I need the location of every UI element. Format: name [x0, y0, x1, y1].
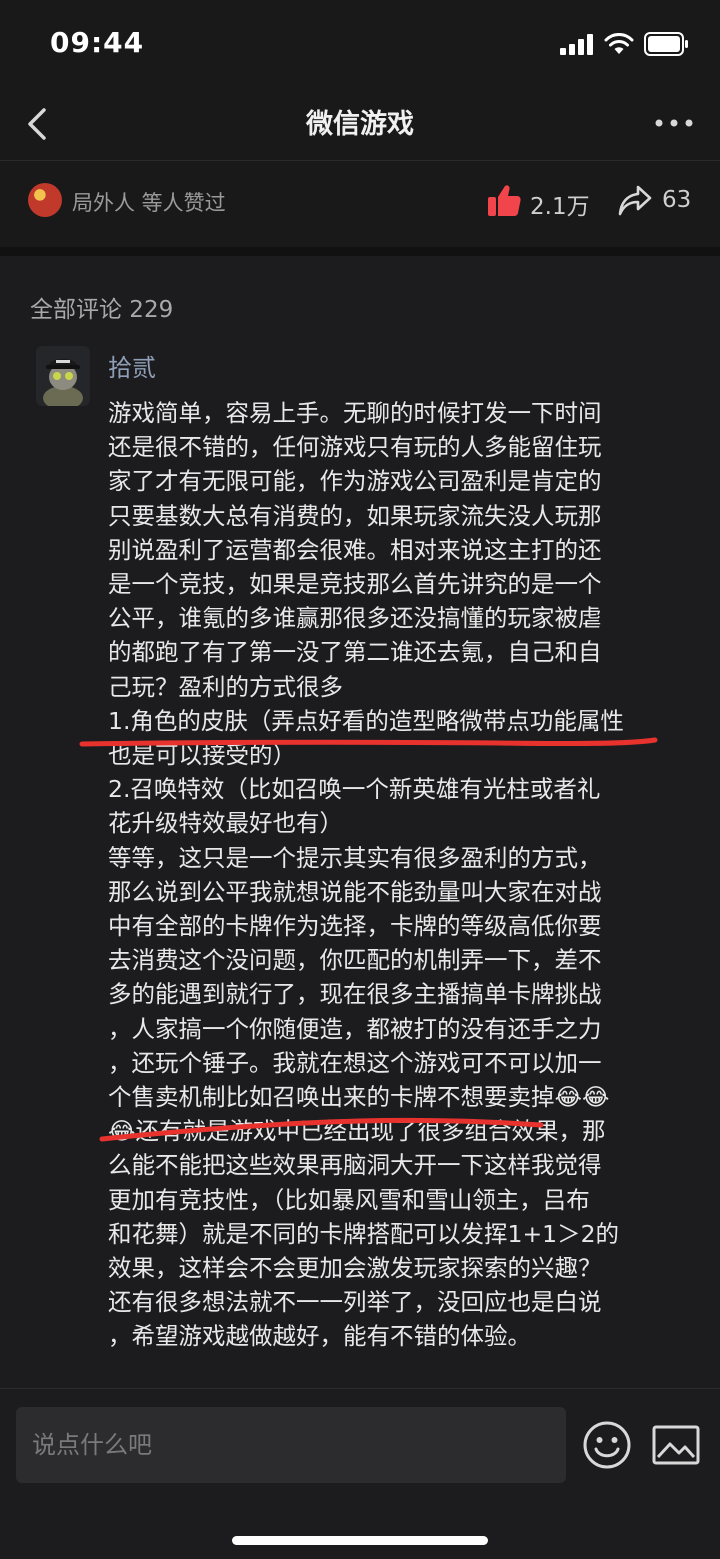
- emoji-button[interactable]: [582, 1420, 632, 1474]
- share-count: 63: [662, 187, 692, 213]
- comments-header: 全部评论 229: [30, 297, 174, 323]
- thumbs-up-icon: [488, 185, 521, 216]
- more-button[interactable]: [652, 108, 696, 138]
- battery-icon: [644, 32, 688, 56]
- comment-author[interactable]: 拾贰: [108, 348, 156, 383]
- liked-by-text[interactable]: 局外人 等人赞过: [72, 187, 226, 217]
- share-button[interactable]: [618, 185, 652, 221]
- liker-avatar[interactable]: [28, 183, 62, 217]
- comment-text: 游戏简单，容易上手。无聊的时候打发一下时间 还是很不错的，任何游戏只有玩的人多能…: [108, 399, 624, 1351]
- likes-bar: 局外人 等人赞过 2.1万 63: [0, 161, 720, 247]
- like-button[interactable]: [486, 183, 522, 223]
- home-indicator[interactable]: [232, 1536, 488, 1545]
- status-time: 09:44: [50, 26, 145, 59]
- wifi-icon: [604, 33, 634, 54]
- image-button[interactable]: [652, 1425, 700, 1469]
- cellular-signal-icon: [560, 34, 593, 55]
- status-bar: 09:44: [0, 0, 720, 88]
- status-icons: [560, 32, 690, 56]
- image-icon: [652, 1425, 700, 1465]
- more-dots-icon: [655, 119, 693, 127]
- page-title: 微信游戏: [306, 109, 414, 140]
- comment-input-bar: [0, 1388, 720, 1559]
- nav-bar: 微信游戏: [0, 88, 720, 160]
- emoji-icon: [583, 1421, 631, 1469]
- commenter-avatar[interactable]: [36, 346, 90, 406]
- section-separator: [0, 247, 720, 256]
- comment-input[interactable]: [16, 1407, 566, 1483]
- cat-avatar-icon: [36, 346, 90, 406]
- like-count: 2.1万: [530, 194, 590, 220]
- share-arrow-icon: [618, 185, 652, 216]
